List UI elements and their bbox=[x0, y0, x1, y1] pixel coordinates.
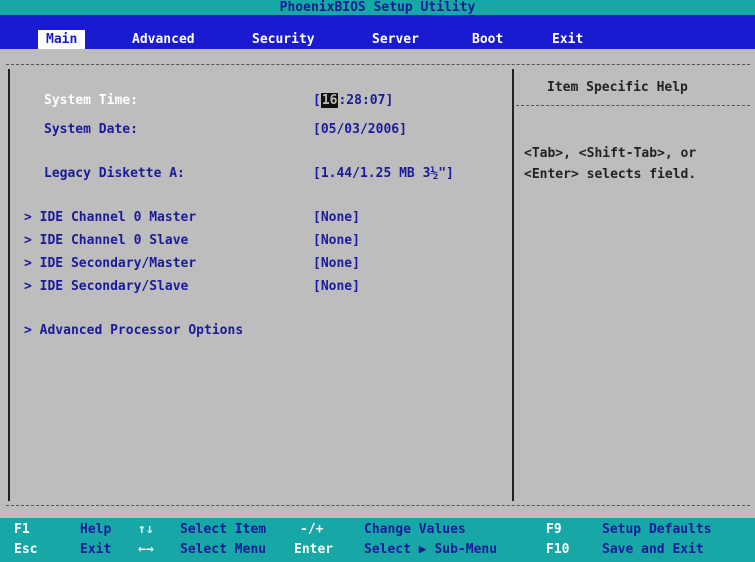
help-header-border bbox=[516, 105, 750, 106]
legacy-diskette-label[interactable]: Legacy Diskette A: bbox=[44, 166, 185, 181]
main-panel: System Time: [16:28:07] System Date: [05… bbox=[0, 49, 755, 518]
key-f1: F1 bbox=[14, 522, 30, 537]
menu-advanced[interactable]: Advanced bbox=[124, 30, 203, 49]
key-updown-icon: ↑↓ bbox=[138, 522, 154, 537]
ide-secondary-master[interactable]: > IDE Secondary/Master bbox=[24, 256, 196, 271]
key-leftright-desc: Select Menu bbox=[180, 542, 267, 557]
menu-security[interactable]: Security bbox=[244, 30, 323, 49]
bottom-border bbox=[6, 505, 750, 506]
help-title: Item Specific Help bbox=[547, 80, 688, 95]
key-esc-desc: Exit bbox=[80, 542, 112, 557]
title-bar: PhoenixBIOS Setup Utility bbox=[0, 0, 755, 15]
help-line-2: <Enter> selects field. bbox=[524, 167, 697, 182]
menu-main[interactable]: Main bbox=[38, 30, 86, 49]
menu-exit[interactable]: Exit bbox=[544, 30, 591, 49]
help-line-1: <Tab>, <Shift-Tab>, or bbox=[524, 146, 697, 161]
key-minusplus: -/+ bbox=[300, 522, 324, 537]
system-time-rest: :28:07] bbox=[338, 93, 394, 108]
key-f10: F10 bbox=[546, 542, 570, 557]
system-date-label[interactable]: System Date: bbox=[44, 122, 138, 137]
top-border bbox=[6, 64, 750, 65]
help-divider bbox=[512, 69, 514, 501]
ide-channel0-master-value: [None] bbox=[313, 210, 360, 225]
ide-channel0-master[interactable]: > IDE Channel 0 Master bbox=[24, 210, 196, 225]
ide-secondary-slave-value: [None] bbox=[313, 279, 360, 294]
menu-server[interactable]: Server bbox=[364, 30, 427, 49]
key-updown-desc: Select Item bbox=[180, 522, 267, 537]
menu-bar: Main Advanced Security Server Boot Exit bbox=[0, 15, 755, 49]
system-time-cursor[interactable]: 16 bbox=[320, 93, 339, 108]
legacy-diskette-value[interactable]: [1.44/1.25 MB 3½"] bbox=[313, 166, 454, 181]
left-border bbox=[8, 69, 10, 501]
ide-secondary-master-value: [None] bbox=[313, 256, 360, 271]
key-esc: Esc bbox=[14, 542, 38, 557]
key-enter-desc: Select ▶ Sub-Menu bbox=[364, 542, 498, 557]
advanced-processor-options[interactable]: > Advanced Processor Options bbox=[24, 323, 243, 338]
ide-channel0-slave-value: [None] bbox=[313, 233, 360, 248]
key-leftright-icon: ←→ bbox=[138, 542, 154, 557]
system-time-label[interactable]: System Time: bbox=[44, 93, 138, 108]
menu-boot[interactable]: Boot bbox=[464, 30, 511, 49]
ide-secondary-slave[interactable]: > IDE Secondary/Slave bbox=[24, 279, 188, 294]
key-enter: Enter bbox=[294, 542, 334, 557]
key-f10-desc: Save and Exit bbox=[602, 542, 704, 557]
key-f9-desc: Setup Defaults bbox=[602, 522, 712, 537]
key-f9: F9 bbox=[546, 522, 562, 537]
system-time-value[interactable]: [16:28:07] bbox=[313, 93, 393, 108]
key-minusplus-desc: Change Values bbox=[364, 522, 466, 537]
system-time-bracket: [ bbox=[313, 93, 321, 108]
ide-channel0-slave[interactable]: > IDE Channel 0 Slave bbox=[24, 233, 188, 248]
bios-title: PhoenixBIOS Setup Utility bbox=[279, 0, 476, 15]
key-f1-desc: Help bbox=[80, 522, 112, 537]
system-date-value[interactable]: [05/03/2006] bbox=[313, 122, 407, 137]
footer-keybar: F1 Help ↑↓ Select Item -/+ Change Values… bbox=[0, 518, 755, 562]
